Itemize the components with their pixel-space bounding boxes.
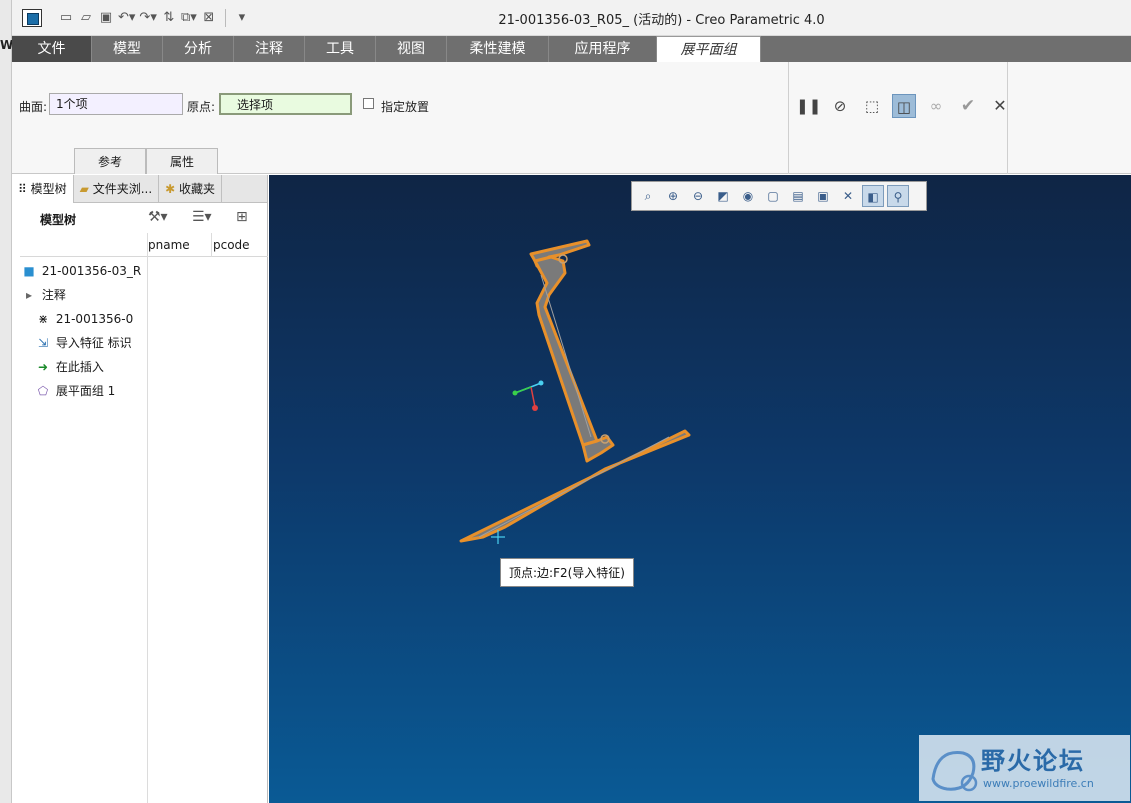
column-pcode[interactable]: pcode (213, 238, 250, 252)
slot-line (478, 436, 670, 538)
tree-item-label: 在此插入 (55, 360, 104, 374)
dashboard-controls: ❚❚ ⊘ ⬚ ◫ ∞ ✔ ✕ (796, 94, 1012, 118)
watermark-url: www.proewildfire.cn (983, 777, 1094, 790)
tree-item-part[interactable]: ■ 21-001356-03_R (20, 259, 144, 283)
csys-icon: ⋇ (37, 312, 49, 326)
insert-here-arrow-icon: ➜ (37, 360, 49, 374)
tab-model-tree[interactable]: ⠿ 模型树 (12, 175, 74, 203)
model-tree-title: 模型树 (40, 213, 77, 227)
column-divider-2 (211, 233, 212, 257)
folder-icon: ▰ (79, 182, 89, 196)
pause-icon[interactable]: ❚❚ (796, 94, 821, 118)
tree-item-csys[interactable]: ⋇ 21-001356-0 (20, 307, 144, 331)
show-list-icon[interactable]: ☰▾ (192, 209, 212, 225)
subtab-properties[interactable]: 属性 (146, 148, 218, 174)
flattened-part (459, 239, 691, 543)
tab-flexible-modeling[interactable]: 柔性建模 (447, 36, 549, 62)
ribbon-tabs: 文件 模型 分析 注释 工具 视图 柔性建模 应用程序 展平面组 (12, 36, 1131, 62)
model-tree-toolbar: 模型树 ⚒▾ ☰▾ ⊞ (12, 203, 267, 233)
specify-placement-label: 指定放置 (381, 100, 430, 114)
tab-applications[interactable]: 应用程序 (549, 36, 657, 62)
tree-item-annotations[interactable]: ▸ 注释 (20, 283, 144, 307)
surface-collector[interactable]: 1个项 (49, 93, 183, 115)
ribbon-subtabs: 参考 属性 (74, 148, 218, 174)
triad-x-end (538, 380, 544, 386)
model-geometry (459, 239, 691, 544)
triad-z-axis (514, 386, 532, 394)
no-preview-icon[interactable]: ⊘ (828, 94, 852, 118)
tab-file[interactable]: 文件 (12, 36, 92, 62)
tab-tools[interactable]: 工具 (305, 36, 376, 62)
tree-item-import-feature[interactable]: ⇲ 导入特征 标识 (20, 331, 144, 355)
cancel-x-icon[interactable]: ✕ (988, 94, 1012, 118)
tree-item-label: 导入特征 标识 (55, 336, 132, 350)
ribbon-panel: 曲面: 1个项 原点: 选择项 指定放置 参考 属性 ❚❚ ⊘ ⬚ ◫ ∞ ✔ … (12, 62, 1131, 174)
settings-tools-icon[interactable]: ⚒▾ (148, 209, 168, 225)
triad-y-end (532, 405, 538, 411)
tab-flatten-quilt[interactable]: 展平面组 (657, 36, 761, 62)
triad-z-end (512, 390, 518, 396)
tab-annotate[interactable]: 注释 (234, 36, 305, 62)
tab-view[interactable]: 视图 (376, 36, 447, 62)
tab-analysis[interactable]: 分析 (163, 36, 234, 62)
flatten-quilt-icon: ⬠ (37, 384, 49, 398)
navigator-pane: ⠿ 模型树 ▰ 文件夹浏... ✱ 收藏夹 模型树 ⚒▾ ☰▾ ⊞ pname … (12, 175, 268, 803)
tree-item-label: 21-001356-0 (55, 312, 134, 326)
favorites-icon: ✱ (165, 182, 176, 196)
tree-item-label: 展平面组 1 (55, 384, 116, 398)
watermark-title: 野火论坛 (981, 747, 1085, 775)
expand-arrow-icon[interactable]: ▸ (20, 283, 38, 307)
origin-collector[interactable]: 选择项 (219, 93, 352, 115)
graphics-window[interactable]: ⌕ ⊕ ⊖ ◩ ◉ ▢ ▤ ▣ ✕ ◧ ⚲ 顶点:边:F2(导入特征) 野火论坛… (269, 175, 1131, 803)
column-pname[interactable]: pname (148, 238, 190, 252)
column-divider (147, 233, 148, 803)
geometry-preview-icon[interactable]: ◫ (892, 94, 916, 118)
part-icon: ■ (23, 264, 35, 278)
tab-folder-browser[interactable]: ▰ 文件夹浏... (74, 175, 160, 203)
specify-placement-checkbox[interactable] (363, 98, 374, 109)
tab-favorites[interactable]: ✱ 收藏夹 (159, 175, 223, 203)
window-title: 21-001356-03_R05_ (活动的) - Creo Parametri… (498, 13, 825, 28)
navigator-tabs: ⠿ 模型树 ▰ 文件夹浏... ✱ 收藏夹 (12, 175, 267, 203)
watermark-logo (931, 751, 978, 792)
tree-item-label: 21-001356-03_R (41, 264, 142, 278)
favorites-tab-label: 收藏夹 (179, 182, 216, 196)
triad-y-axis (530, 386, 536, 408)
tree-item-insert-here[interactable]: ➜ 在此插入 (20, 355, 144, 379)
forum-watermark: 野火论坛 www.proewildfire.cn (919, 735, 1130, 801)
origin-csys-triad (512, 380, 544, 411)
preview-mesh-icon[interactable]: ⬚ (860, 94, 884, 118)
tree-item-label: 注释 (41, 288, 66, 302)
model-tree-tab-label: 模型树 (30, 182, 67, 196)
ok-check-icon[interactable]: ✔ (956, 94, 980, 118)
title-bar: ▭ ▱ ▣ ↶▾ ↷▾ ⇅ ⧉▾ ⊠ ▾ 21-001356-03_R05_ (… (12, 0, 1131, 36)
ribbon-divider (788, 62, 789, 174)
selection-tooltip: 顶点:边:F2(导入特征) (500, 558, 634, 587)
verify-glasses-icon[interactable]: ∞ (924, 94, 948, 118)
origin-label: 原点: (187, 100, 216, 114)
tab-model[interactable]: 模型 (92, 36, 163, 62)
tree-column-header: pname pcode (20, 233, 268, 257)
subtab-references[interactable]: 参考 (74, 148, 146, 174)
import-feature-icon: ⇲ (37, 336, 49, 350)
ribbon-divider-right (1007, 62, 1008, 174)
slot-line (540, 274, 592, 438)
surface-label: 曲面: (19, 100, 48, 114)
left-window-edge: W (0, 0, 13, 803)
model-tree: ■ 21-001356-03_R ▸ 注释 ⋇ 21-001356-0 ⇲ 导入… (20, 259, 144, 403)
tree-item-flatten-quilt[interactable]: ⬠ 展平面组 1 (20, 379, 144, 403)
folder-browser-tab-label: 文件夹浏... (92, 182, 153, 196)
filter-icon[interactable]: ⊞ (236, 209, 248, 225)
model-tree-tab-icon: ⠿ (18, 182, 27, 196)
